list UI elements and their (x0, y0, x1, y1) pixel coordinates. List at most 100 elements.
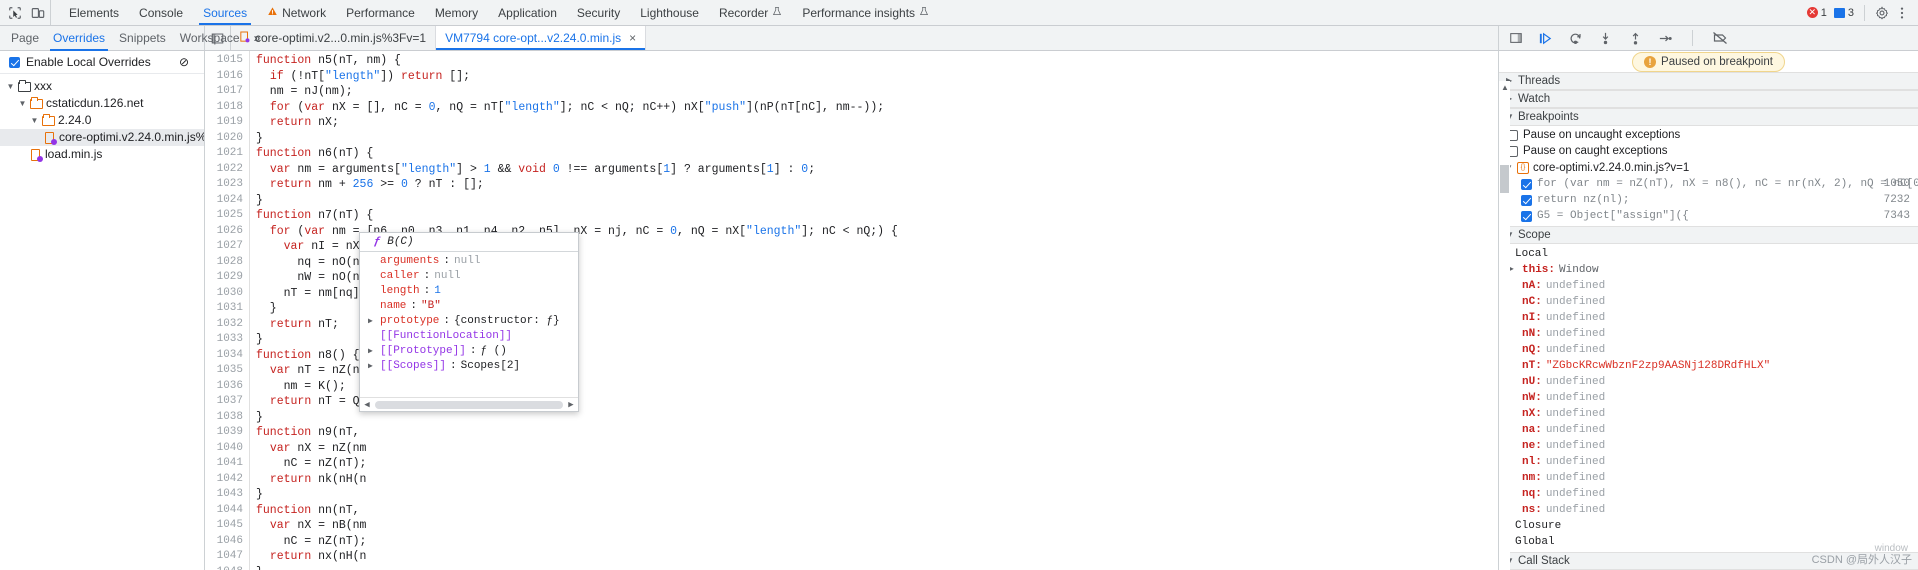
line-number[interactable]: 1019 (205, 115, 249, 131)
scope-variable-row[interactable]: nq: undefined (1499, 486, 1918, 502)
breakpoint-row[interactable]: for (var nm = nZ(nT), nX = n8(), nC = nr… (1499, 176, 1918, 192)
tab-security[interactable]: Security (567, 0, 630, 25)
line-number[interactable]: 1023 (205, 177, 249, 193)
line-number[interactable]: 1043 (205, 487, 249, 503)
scope-variable-row[interactable]: nI: undefined (1499, 310, 1918, 326)
popover-property-row[interactable]: name: "B" (360, 299, 578, 314)
breakpoint-row[interactable]: G5 = Object["assign"]({7343 (1499, 208, 1918, 224)
scope-variable-row[interactable]: nT: "ZGbcKRcwWbznF2zp9AASNj128DRdfHLX" (1499, 358, 1918, 374)
line-number[interactable]: 1018 (205, 100, 249, 116)
code-line[interactable]: function n7(nT) { (250, 208, 1498, 224)
line-number[interactable]: 1044 (205, 503, 249, 519)
tree-node-load-min-js[interactable]: load.min.js (0, 146, 204, 163)
pause-on-caught-exceptions-row[interactable]: Pause on caught exceptions (1499, 143, 1918, 159)
enable-local-overrides-checkbox[interactable] (9, 56, 20, 68)
step-into-next-function-call-icon[interactable] (1597, 30, 1614, 47)
tree-node-xxx[interactable]: ▼ xxx (0, 78, 204, 95)
scope-variable-row[interactable]: nm: undefined (1499, 470, 1918, 486)
device-toolbar-icon[interactable] (29, 4, 46, 21)
section-threads[interactable]: ▶ Threads (1499, 72, 1918, 90)
scope-group-closure[interactable]: ▶ Closure (1499, 518, 1918, 534)
code-line[interactable]: nm = nJ(nm); (250, 84, 1498, 100)
code-line[interactable]: var nX = nZ(nm (250, 441, 1498, 457)
tree-node-cstaticdun[interactable]: ▼ cstaticdun.126.net (0, 95, 204, 112)
popover-property-row[interactable]: caller: null (360, 269, 578, 284)
scrollbar-thumb[interactable] (1500, 165, 1509, 193)
nav-tab-overrides[interactable]: Overrides (46, 26, 112, 51)
line-number[interactable]: 1021 (205, 146, 249, 162)
line-number[interactable]: 1015 (205, 53, 249, 69)
line-number[interactable]: 1034 (205, 348, 249, 364)
line-number[interactable]: 1022 (205, 162, 249, 178)
code-line[interactable]: if (!nT["length"]) return []; (250, 69, 1498, 85)
code-line[interactable]: } (250, 131, 1498, 147)
scope-variable-row[interactable]: na: undefined (1499, 422, 1918, 438)
editor-tab-core-optimi[interactable]: core-optimi.v2...0.min.js%3Fv=1 (231, 26, 437, 50)
line-number[interactable]: 1042 (205, 472, 249, 488)
scope-variable-row[interactable]: nX: undefined (1499, 406, 1918, 422)
code-line[interactable]: } (250, 565, 1498, 570)
line-number[interactable]: 1016 (205, 69, 249, 85)
nav-tab-page[interactable]: Page (4, 26, 46, 51)
line-number[interactable]: 1036 (205, 379, 249, 395)
section-watch[interactable]: ▶ Watch (1499, 90, 1918, 108)
section-scope[interactable]: ▼ Scope (1499, 226, 1918, 244)
line-number[interactable]: 1031 (205, 301, 249, 317)
tab-memory[interactable]: Memory (425, 0, 488, 25)
breakpoint-checkbox[interactable] (1521, 178, 1532, 190)
scrollbar-thumb[interactable] (375, 400, 563, 409)
step-icon[interactable] (1657, 30, 1674, 47)
breakpoint-row[interactable]: return nz(nl); 7232 (1499, 192, 1918, 208)
line-number[interactable]: 1045 (205, 518, 249, 534)
gear-icon[interactable] (1873, 4, 1890, 21)
expand-arrow-icon[interactable]: ▶ (368, 314, 376, 329)
message-count-badge[interactable]: 3 (1832, 7, 1856, 19)
close-icon[interactable]: × (629, 31, 636, 45)
code-line[interactable]: return nm + 256 >= 0 ? nT : []; (250, 177, 1498, 193)
code-line[interactable]: var nX = nB(nm (250, 518, 1498, 534)
tab-console[interactable]: Console (129, 0, 193, 25)
popover-property-row[interactable]: [[FunctionLocation]] (360, 329, 578, 344)
scope-variable-row[interactable]: nC: undefined (1499, 294, 1918, 310)
breakpoint-file-row[interactable]: ▼ {} core-optimi.v2.24.0.min.js?v=1 (1499, 159, 1918, 176)
line-number[interactable]: 1046 (205, 534, 249, 550)
resume-script-execution-icon[interactable] (1537, 30, 1554, 47)
code-line[interactable]: } (250, 193, 1498, 209)
scope-variable-row[interactable]: nU: undefined (1499, 374, 1918, 390)
code-line[interactable]: var nm = arguments["length"] > 1 && void… (250, 162, 1498, 178)
scope-variable-row[interactable]: nQ: undefined (1499, 342, 1918, 358)
scope-variable-row[interactable]: nA: undefined (1499, 278, 1918, 294)
code-line[interactable]: return nk(nH(n (250, 472, 1498, 488)
tree-node-2-24-0[interactable]: ▼ 2.24.0 (0, 112, 204, 129)
tab-application[interactable]: Application (488, 0, 567, 25)
tree-node-core-optimi[interactable]: core-optimi.v2.24.0.min.js%3Fv=1 (0, 129, 204, 146)
expand-arrow-icon[interactable]: ▶ (368, 359, 376, 374)
editor-tab-vm7794[interactable]: VM7794 core-opt...v2.24.0.min.js × (436, 26, 647, 50)
popover-property-row[interactable]: ▶ [[Prototype]]: ƒ () (360, 344, 578, 359)
line-number[interactable]: 1025 (205, 208, 249, 224)
line-number[interactable]: 1047 (205, 549, 249, 565)
clear-overrides-icon[interactable]: ⊘ (179, 55, 196, 69)
line-number[interactable]: 1030 (205, 286, 249, 302)
breakpoint-checkbox[interactable] (1521, 194, 1532, 206)
kebab-menu-icon[interactable] (1893, 4, 1910, 21)
line-number[interactable]: 1037 (205, 394, 249, 410)
tab-performance[interactable]: Performance (336, 0, 425, 25)
expand-arrow-icon[interactable]: ▶ (1509, 262, 1518, 278)
line-number[interactable]: 1020 (205, 131, 249, 147)
scope-variable-row[interactable]: ns: undefined (1499, 502, 1918, 518)
code-line[interactable]: function n5(nT, nm) { (250, 53, 1498, 69)
error-count-badge[interactable]: ✕ 1 (1805, 7, 1829, 19)
scroll-up-arrow-icon[interactable]: ▲ (1501, 83, 1509, 92)
popover-property-row[interactable]: length: 1 (360, 284, 578, 299)
code-line[interactable]: function nn(nT, (250, 503, 1498, 519)
scope-variable-row[interactable]: ne: undefined (1499, 438, 1918, 454)
popover-property-row[interactable]: ▶ prototype: {constructor: ƒ} (360, 314, 578, 329)
tab-sources[interactable]: Sources (193, 0, 257, 25)
code-line[interactable]: function n9(nT, (250, 425, 1498, 441)
line-number[interactable]: 1026 (205, 224, 249, 240)
scope-group-local[interactable]: ▼ Local (1499, 246, 1918, 262)
line-number[interactable]: 1028 (205, 255, 249, 271)
line-number[interactable]: 1033 (205, 332, 249, 348)
line-number[interactable]: 1027 (205, 239, 249, 255)
